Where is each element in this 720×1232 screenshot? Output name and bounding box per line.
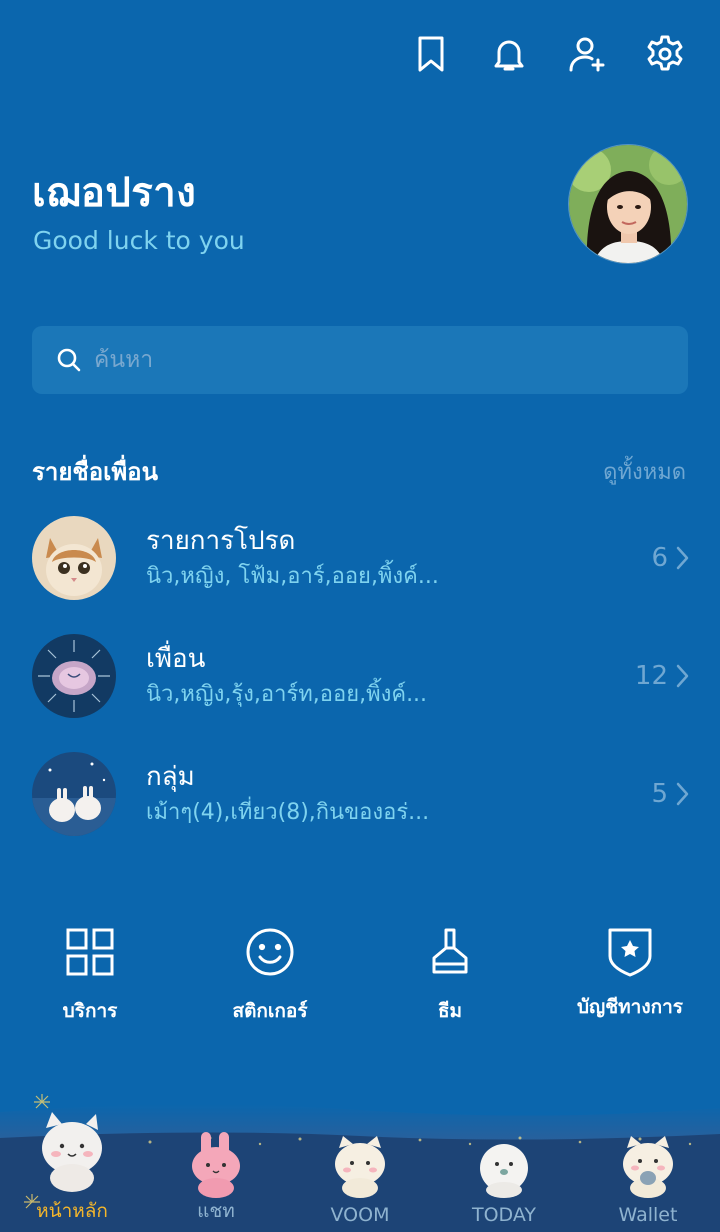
- favorites-row[interactable]: รายการโปรด นิว,หญิง, โฟ้ม,อาร์,ออย,พิ้งค…: [32, 515, 690, 601]
- tab-today-label: TODAY: [472, 1204, 536, 1226]
- services-label: บริการ: [62, 1000, 118, 1022]
- tab-voom-label: VOOM: [330, 1204, 390, 1226]
- tab-chat-label: แชท: [197, 1200, 235, 1222]
- friends-count: 12: [634, 661, 668, 691]
- favorites-count: 6: [651, 543, 668, 573]
- favorites-title: รายการโปรด: [146, 526, 296, 556]
- search-input[interactable]: ค้นหา: [32, 326, 688, 394]
- ghost-character-icon: [480, 1144, 528, 1198]
- chevron-right-icon: [676, 664, 689, 688]
- services-button[interactable]: บริการ: [0, 924, 180, 1026]
- tab-chat[interactable]: แชท: [144, 1092, 288, 1232]
- chevron-right-icon: [676, 782, 689, 806]
- friends-members: นิว,หญิง,รุ้ง,อาร์ท,ออย,พิ้งค์...: [146, 682, 428, 707]
- themes-label: ธีม: [437, 1000, 463, 1022]
- tab-home[interactable]: หน้าหลัก: [0, 1092, 144, 1232]
- themes-button[interactable]: ธีม: [360, 924, 540, 1026]
- tab-home-label: หน้าหลัก: [36, 1200, 108, 1222]
- gear-icon[interactable]: [644, 30, 686, 78]
- bell-icon[interactable]: [488, 30, 530, 78]
- groups-title: กลุ่ม: [146, 762, 195, 792]
- bookmark-icon[interactable]: [410, 30, 452, 78]
- cat-character-icon: [623, 1136, 673, 1198]
- chevron-right-icon: [676, 546, 689, 570]
- smiley-icon: [246, 928, 294, 976]
- profile-avatar[interactable]: [568, 144, 688, 264]
- favorites-thumbnail: [32, 516, 116, 600]
- shield-star-icon: [608, 928, 652, 977]
- cat-character-icon: [335, 1136, 385, 1198]
- header-actions: [410, 30, 686, 78]
- favorites-members: นิว,หญิง, โฟ้ม,อาร์,ออย,พิ้งค์...: [146, 564, 439, 589]
- stickers-button[interactable]: สติกเกอร์: [180, 924, 360, 1026]
- cat-character-icon: [42, 1112, 102, 1192]
- official-accounts-label: บัญชีทางการ: [577, 996, 683, 1018]
- groups-thumbnail: [32, 752, 116, 836]
- tab-today[interactable]: TODAY: [432, 1092, 576, 1232]
- groups-count: 5: [651, 779, 668, 809]
- grid-icon: [66, 928, 114, 976]
- groups-row[interactable]: กลุ่ม เม้าๆ(4),เที่ยว(8),กินของอร่... 5: [32, 751, 690, 837]
- bottom-tab-bar: หน้าหลัก แชท VOOM TODAY Wallet: [0, 1092, 720, 1232]
- tab-wallet-label: Wallet: [618, 1204, 678, 1226]
- friends-row[interactable]: เพื่อน นิว,หญิง,รุ้ง,อาร์ท,ออย,พิ้งค์...…: [32, 633, 690, 719]
- stickers-label: สติกเกอร์: [232, 1000, 308, 1022]
- rabbit-character-icon: [192, 1132, 240, 1198]
- search-placeholder: ค้นหา: [94, 347, 154, 373]
- friends-section-header: รายชื่อเพื่อน ดูทั้งหมด: [32, 452, 686, 491]
- see-all-link[interactable]: ดูทั้งหมด: [603, 454, 686, 489]
- friends-title: เพื่อน: [146, 644, 206, 674]
- add-friend-icon[interactable]: [566, 30, 608, 78]
- quick-actions: บริการ สติกเกอร์ ธีม บัญชีทางการ: [0, 924, 720, 1034]
- groups-members: เม้าๆ(4),เที่ยว(8),กินของอร่...: [146, 800, 430, 825]
- profile-name[interactable]: เฌอปราง: [32, 160, 196, 224]
- brush-icon: [432, 928, 468, 974]
- friends-thumbnail: [32, 634, 116, 718]
- friends-section-title: รายชื่อเพื่อน: [32, 458, 158, 486]
- tab-wallet[interactable]: Wallet: [576, 1092, 720, 1232]
- tab-voom[interactable]: VOOM: [288, 1092, 432, 1232]
- search-icon: [57, 348, 81, 372]
- official-accounts-button[interactable]: บัญชีทางการ: [540, 924, 720, 1022]
- profile-status-message[interactable]: Good luck to you: [33, 226, 245, 255]
